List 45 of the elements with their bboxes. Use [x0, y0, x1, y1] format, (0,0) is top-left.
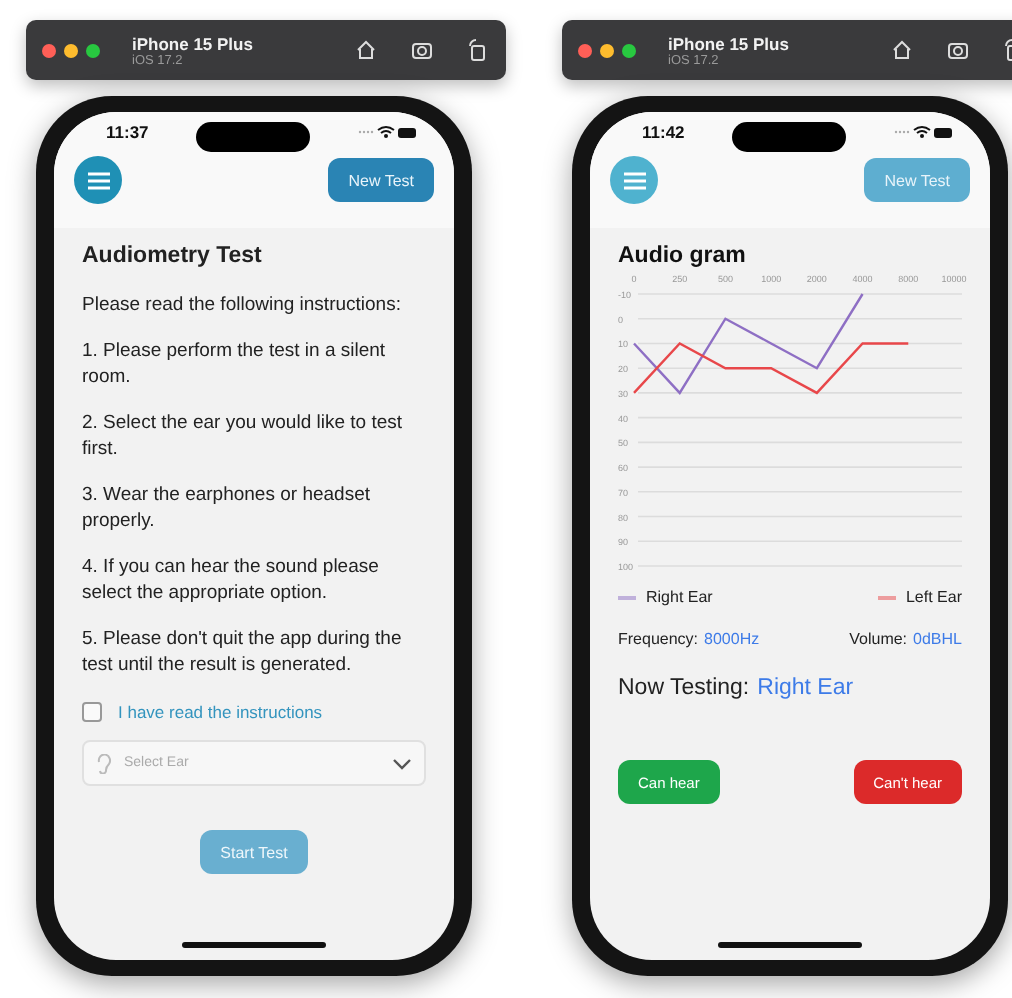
instruction-text: 1. Please perform the test in a silent room. [82, 338, 388, 390]
dynamic-island [196, 121, 311, 151]
agreement-label[interactable]: I have read the instructions [118, 702, 323, 722]
device-name: iPhone 15 Plus [668, 33, 791, 53]
menu-button[interactable] [74, 156, 122, 204]
screen-title: Audiometry Test [82, 244, 264, 268]
device-name: iPhone 15 Plus [132, 33, 255, 53]
status-icons [358, 124, 418, 140]
minimize-button[interactable] [64, 43, 78, 57]
reading-value: 8000Hz [704, 630, 760, 648]
screenshot-icon[interactable] [410, 38, 434, 62]
instruction-text: 5. Please don't quit the app during the test until the result is generated. [82, 626, 404, 678]
instruction-text: 3. Wear the earphones or headset properly. [82, 482, 373, 534]
zoom-button[interactable] [86, 43, 100, 57]
status-icons [894, 124, 954, 140]
close-button[interactable] [42, 43, 56, 57]
legend-label: Left Ear [905, 588, 962, 606]
new-test-button[interactable]: New Test [328, 158, 434, 202]
reading-value: 0dBHL [913, 630, 962, 648]
status-time: 11:42 [642, 122, 685, 142]
screenshot-icon[interactable] [946, 38, 970, 62]
ear-icon [96, 753, 112, 773]
home-icon[interactable] [890, 38, 914, 62]
screen-title: Audio gram [618, 244, 748, 268]
now-testing-label: Now Testing: [618, 676, 750, 700]
agreement-checkbox[interactable] [82, 702, 102, 722]
now-testing-value: Right Ear [757, 676, 854, 700]
close-button[interactable] [578, 43, 592, 57]
rotate-icon[interactable] [466, 38, 490, 62]
home-icon[interactable] [354, 38, 378, 62]
instruction-text: 2. Select the ear you would like to test first. [82, 410, 405, 462]
menu-icon [87, 171, 109, 189]
instructions-intro: Please read the following instructions: [82, 292, 403, 318]
reading-label: Frequency: [618, 630, 699, 648]
home-indicator [718, 942, 862, 948]
legend-label: Right Ear [646, 588, 713, 606]
home-indicator [182, 942, 326, 948]
chevron-down-icon [392, 757, 412, 769]
zoom-button[interactable] [622, 43, 636, 57]
menu-icon [623, 171, 645, 189]
minimize-button[interactable] [600, 43, 614, 57]
instruction-text: 4. If you can hear the sound please select the appropriate option. [82, 554, 381, 606]
reading-label: Volume: [849, 630, 908, 648]
dynamic-island [732, 121, 847, 151]
status-time: 11:37 [106, 122, 149, 142]
